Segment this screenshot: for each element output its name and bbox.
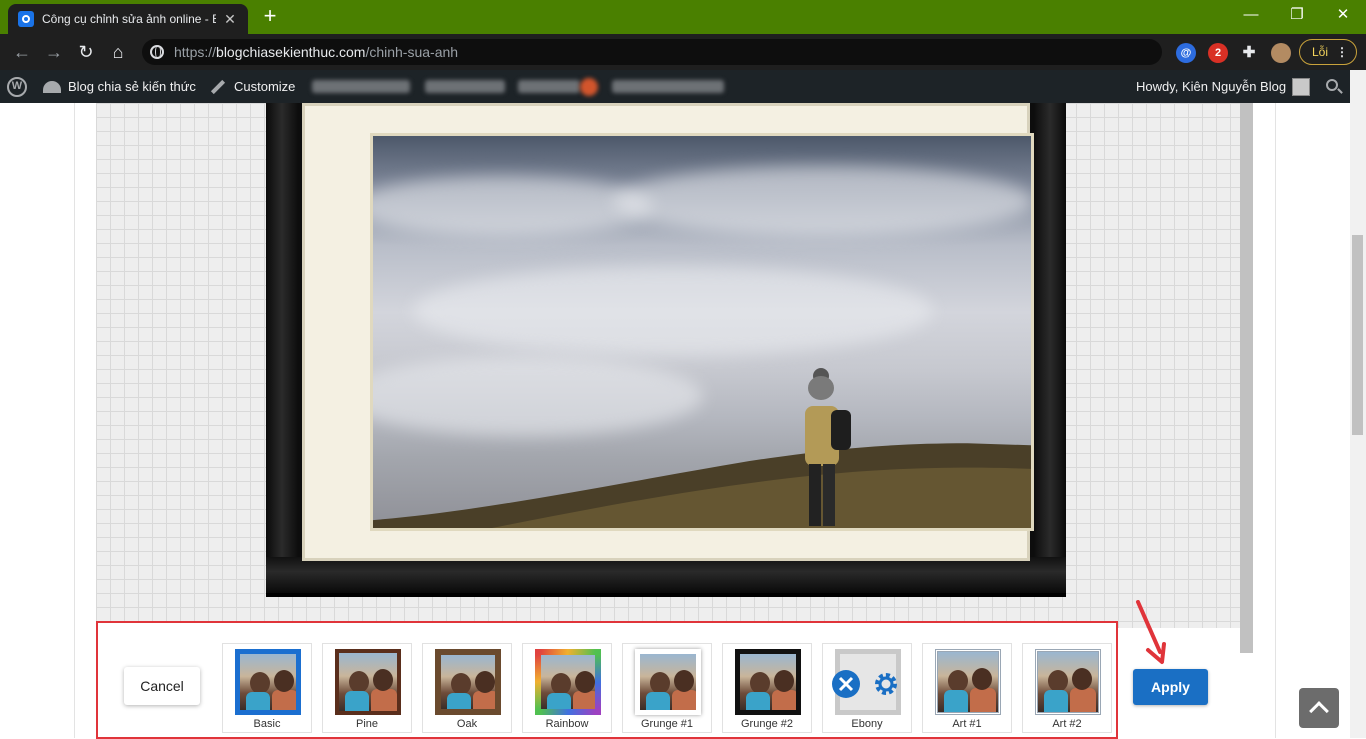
gear-icon (875, 673, 897, 695)
frame-mat (302, 103, 1034, 561)
minimize-button[interactable]: — (1228, 0, 1274, 30)
forward-arrow-icon[interactable]: → (42, 40, 66, 64)
profile-avatar[interactable] (1271, 43, 1291, 63)
home-icon[interactable]: ⌂ (106, 40, 130, 64)
frame-picker-toolbar: Cancel Basic Pine Oak Rainbow Grunge #1 … (96, 621, 1118, 739)
frame-option-rainbow[interactable]: Rainbow (522, 643, 612, 733)
reload-icon[interactable]: ↻ (74, 40, 98, 64)
site-info-icon[interactable] (150, 45, 164, 59)
red-pointer-arrow-icon (1136, 600, 1166, 664)
blurred-menu-item (425, 80, 505, 93)
blurred-menu-item (312, 80, 410, 93)
browser-titlebar: Công cụ chỉnh sửa ảnh online - B ✕ + — ❐… (0, 0, 1366, 34)
wordpress-logo-icon[interactable]: W (7, 70, 27, 103)
browser-tab[interactable]: Công cụ chỉnh sửa ảnh online - B ✕ (8, 4, 248, 34)
close-icon (832, 670, 860, 698)
frame-thumbnail (735, 649, 801, 715)
extension-at-icon[interactable]: @ (1176, 43, 1196, 63)
brush-icon (210, 79, 226, 94)
editor-scrollbar[interactable] (1240, 103, 1253, 653)
dashboard-icon (43, 80, 61, 93)
browser-toolbar: ← → ↻ ⌂ https://blogchiasekienthuc.com/c… (0, 34, 1366, 70)
frame-thumbnail (335, 649, 401, 715)
search-icon[interactable] (1326, 79, 1338, 91)
site-name-link[interactable]: Blog chia sẻ kiến thức (43, 70, 196, 103)
blurred-badge (580, 78, 598, 96)
frame-option-grunge-1[interactable]: Grunge #1 (622, 643, 712, 733)
new-tab-button[interactable]: + (258, 5, 282, 29)
extension-badge-icon[interactable]: 2 (1208, 43, 1228, 63)
frame-thumbnail (1035, 649, 1101, 715)
browser-menu-icon: ⋮ (1336, 45, 1348, 59)
blurred-menu-item (518, 80, 580, 93)
apply-button[interactable]: Apply (1133, 669, 1208, 705)
close-window-button[interactable]: ✕ (1320, 0, 1366, 30)
frame-option-art-2[interactable]: Art #2 (1022, 643, 1112, 733)
framed-photo-preview (266, 103, 1066, 597)
howdy-account-menu[interactable]: Howdy, Kiên Nguyễn Blog (1136, 70, 1311, 103)
back-to-top-button[interactable] (1299, 688, 1339, 728)
frame-thumbnail (535, 649, 601, 715)
blurred-menu-item (612, 80, 724, 93)
frame-option-ebony[interactable]: Ebony (822, 643, 912, 733)
frame-thumbnail (435, 649, 501, 715)
tab-close-icon[interactable]: ✕ (222, 11, 238, 28)
frame-option-oak[interactable]: Oak (422, 643, 512, 733)
address-bar[interactable]: https://blogchiasekienthuc.com/chinh-sua… (142, 39, 1162, 65)
tab-title: Công cụ chỉnh sửa ảnh online - B (42, 12, 216, 26)
customize-link[interactable]: Customize (210, 70, 295, 103)
frame-thumbnail (635, 649, 701, 715)
extensions-puzzle-icon[interactable]: ✚ (1239, 43, 1259, 63)
site-favicon-icon (18, 11, 34, 27)
cancel-button[interactable]: Cancel (124, 667, 200, 705)
frame-option-art-1[interactable]: Art #1 (922, 643, 1012, 733)
restore-button[interactable]: ❐ (1274, 0, 1320, 30)
wp-admin-bar: W Blog chia sẻ kiến thức Customize Howdy… (0, 70, 1366, 103)
photo-image (370, 133, 1034, 531)
page-scrollbar[interactable] (1350, 70, 1366, 738)
hiker-figure (805, 368, 851, 526)
error-button[interactable]: Lỗi ⋮ (1299, 39, 1357, 65)
frame-thumbnail (935, 649, 1001, 715)
frame-option-grunge-2[interactable]: Grunge #2 (722, 643, 812, 733)
url-text: https://blogchiasekienthuc.com/chinh-sua… (174, 44, 459, 60)
back-arrow-icon[interactable]: ← (10, 40, 34, 64)
frame-option-basic[interactable]: Basic (222, 643, 312, 733)
mountain-hill (373, 443, 1031, 528)
frame-option-pine[interactable]: Pine (322, 643, 412, 733)
frame-thumbnail (235, 649, 301, 715)
user-avatar (1292, 77, 1311, 96)
